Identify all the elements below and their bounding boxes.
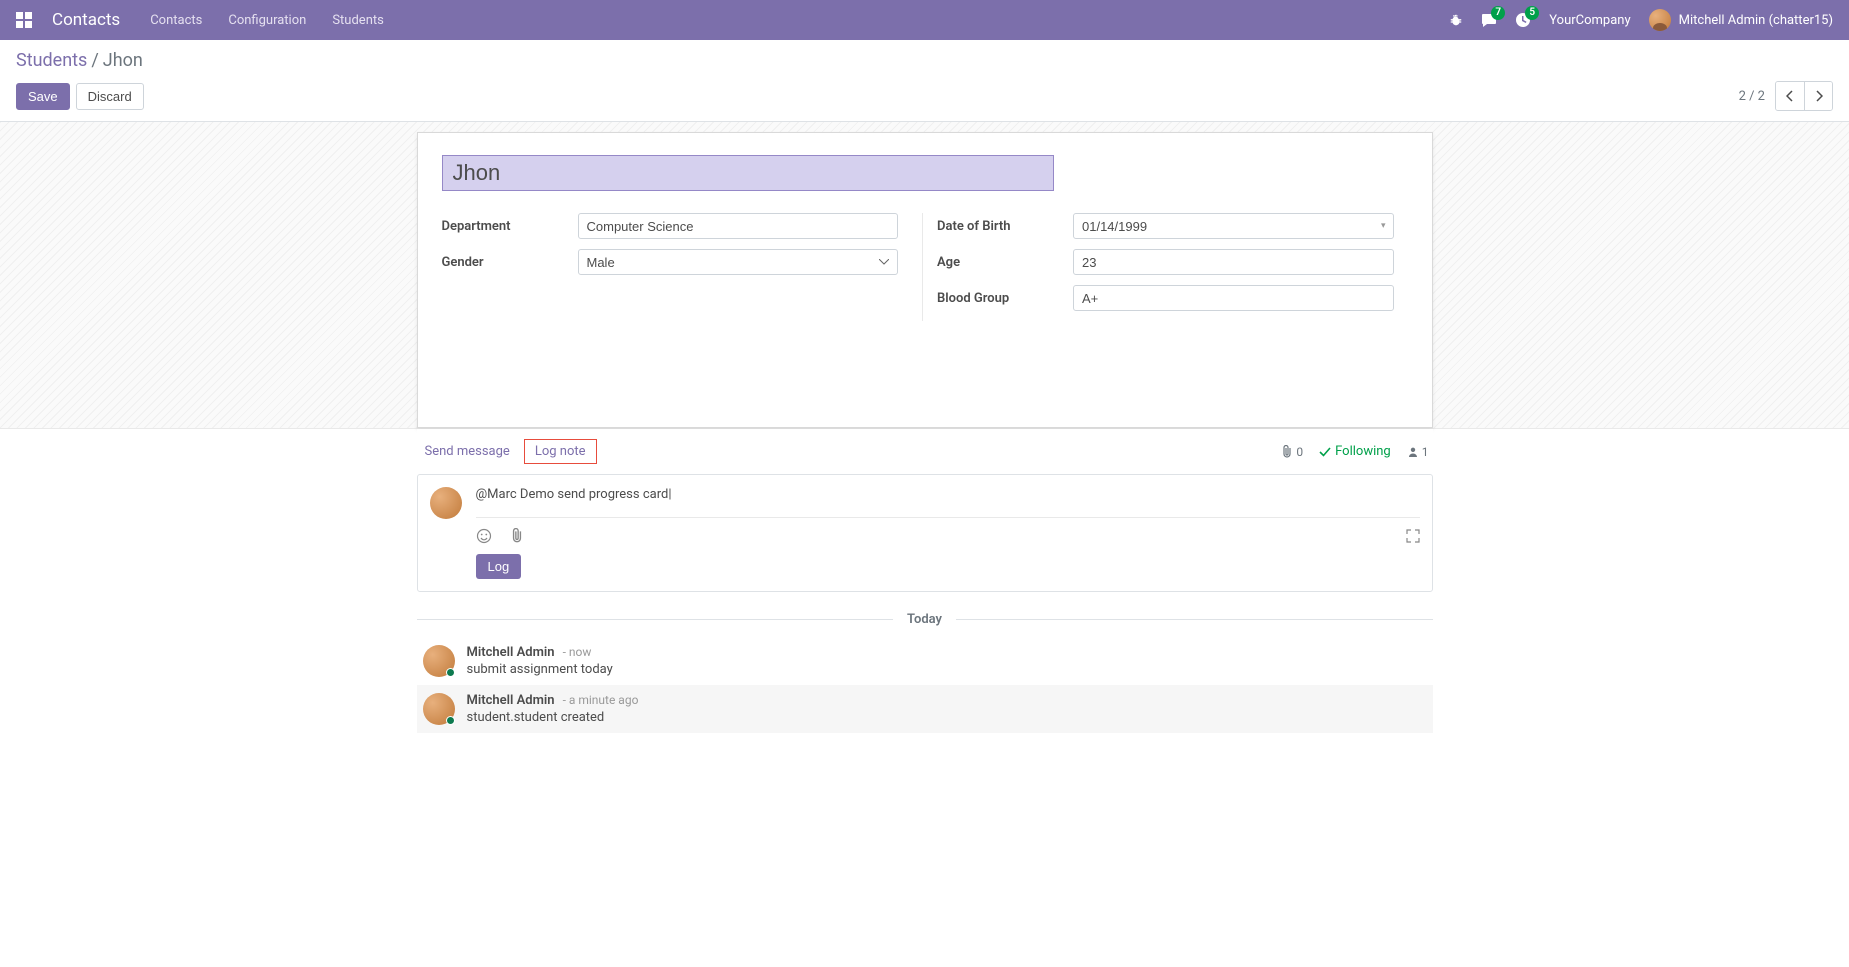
message-body: student.student created — [467, 710, 1427, 725]
attachments-count: 0 — [1296, 445, 1303, 459]
message-time: - a minute ago — [563, 693, 639, 707]
emoji-icon[interactable] — [476, 528, 492, 544]
age-field[interactable] — [1073, 249, 1394, 275]
message-row: Mitchell Admin - now submit assignment t… — [417, 637, 1433, 685]
form-bg: Department Gender Male — [0, 122, 1849, 428]
tab-log-note[interactable]: Log note — [524, 439, 597, 464]
composer-avatar-icon — [430, 487, 462, 519]
bug-icon[interactable] — [1449, 13, 1463, 28]
followers-count: 1 — [1422, 445, 1429, 459]
breadcrumb-parent[interactable]: Students — [16, 50, 87, 71]
message-body: submit assignment today — [467, 662, 1427, 677]
pager-prev[interactable] — [1776, 82, 1804, 110]
blood-group-field[interactable] — [1073, 285, 1394, 311]
following-button[interactable]: Following — [1319, 444, 1391, 459]
pager-count: 2 / 2 — [1739, 89, 1765, 104]
form-sheet: Department Gender Male — [417, 132, 1433, 428]
discard-button[interactable]: Discard — [76, 83, 144, 110]
activities-icon[interactable]: 5 — [1515, 12, 1531, 28]
dob-label: Date of Birth — [937, 219, 1073, 234]
form-left-col: Department Gender Male — [442, 213, 913, 321]
user-menu[interactable]: Mitchell Admin (chatter15) — [1649, 9, 1833, 31]
expand-icon[interactable] — [1406, 529, 1420, 544]
nav-configuration[interactable]: Configuration — [228, 13, 306, 28]
user-name: Mitchell Admin (chatter15) — [1679, 13, 1833, 28]
chevron-left-icon — [1786, 90, 1794, 102]
nav-contacts[interactable]: Contacts — [150, 13, 202, 28]
message-author: Mitchell Admin — [467, 645, 555, 660]
chevron-right-icon — [1815, 90, 1823, 102]
user-avatar-icon — [1649, 9, 1671, 31]
followers-indicator[interactable]: 1 — [1407, 445, 1429, 459]
pager: 2 / 2 — [1739, 81, 1833, 111]
message-author: Mitchell Admin — [467, 693, 555, 708]
message-row: Mitchell Admin - a minute ago student.st… — [417, 685, 1433, 733]
nav-students[interactable]: Students — [332, 13, 384, 28]
check-icon — [1319, 446, 1331, 458]
following-label: Following — [1335, 444, 1391, 459]
chatter: Send message Log note 0 Following 1 — [417, 429, 1433, 733]
log-button[interactable]: Log — [476, 554, 522, 579]
presence-icon — [446, 716, 455, 725]
attachments-indicator[interactable]: 0 — [1281, 445, 1303, 459]
messaging-icon[interactable]: 7 — [1481, 12, 1497, 28]
top-navbar: Contacts Contacts Configuration Students… — [0, 0, 1849, 40]
brand-title[interactable]: Contacts — [52, 10, 120, 30]
thread-divider-label: Today — [893, 612, 956, 627]
presence-icon — [446, 668, 455, 677]
company-switcher[interactable]: YourCompany — [1549, 13, 1630, 28]
gender-field[interactable]: Male — [578, 249, 899, 275]
form-right-col: Date of Birth ▾ Age — [922, 213, 1408, 321]
activities-badge: 5 — [1525, 6, 1539, 20]
breadcrumb-current: Jhon — [103, 50, 143, 71]
composer: @Marc Demo send progress card| Log — [417, 474, 1433, 592]
breadcrumb: Students / Jhon — [16, 50, 1833, 71]
pager-next[interactable] — [1804, 82, 1832, 110]
department-field[interactable] — [578, 213, 899, 239]
dob-field[interactable] — [1073, 213, 1394, 239]
person-icon — [1407, 446, 1419, 458]
navbar-menu: Contacts Configuration Students — [150, 13, 384, 28]
apps-icon[interactable] — [16, 12, 32, 28]
paperclip-icon — [1281, 445, 1293, 459]
age-label: Age — [937, 255, 1073, 270]
department-label: Department — [442, 219, 578, 234]
messaging-badge: 7 — [1491, 6, 1505, 20]
message-time: - now — [563, 645, 592, 659]
thread-divider: Today — [417, 612, 1433, 627]
gender-label: Gender — [442, 255, 578, 270]
save-button[interactable]: Save — [16, 83, 70, 110]
control-panel: Students / Jhon Save Discard 2 / 2 — [0, 40, 1849, 122]
attach-icon[interactable] — [510, 528, 524, 544]
name-field[interactable] — [442, 155, 1054, 191]
composer-textarea[interactable]: @Marc Demo send progress card| — [476, 487, 1420, 505]
blood-group-label: Blood Group — [937, 291, 1073, 306]
tab-send-message[interactable]: Send message — [425, 444, 510, 459]
breadcrumb-sep: / — [91, 50, 98, 71]
